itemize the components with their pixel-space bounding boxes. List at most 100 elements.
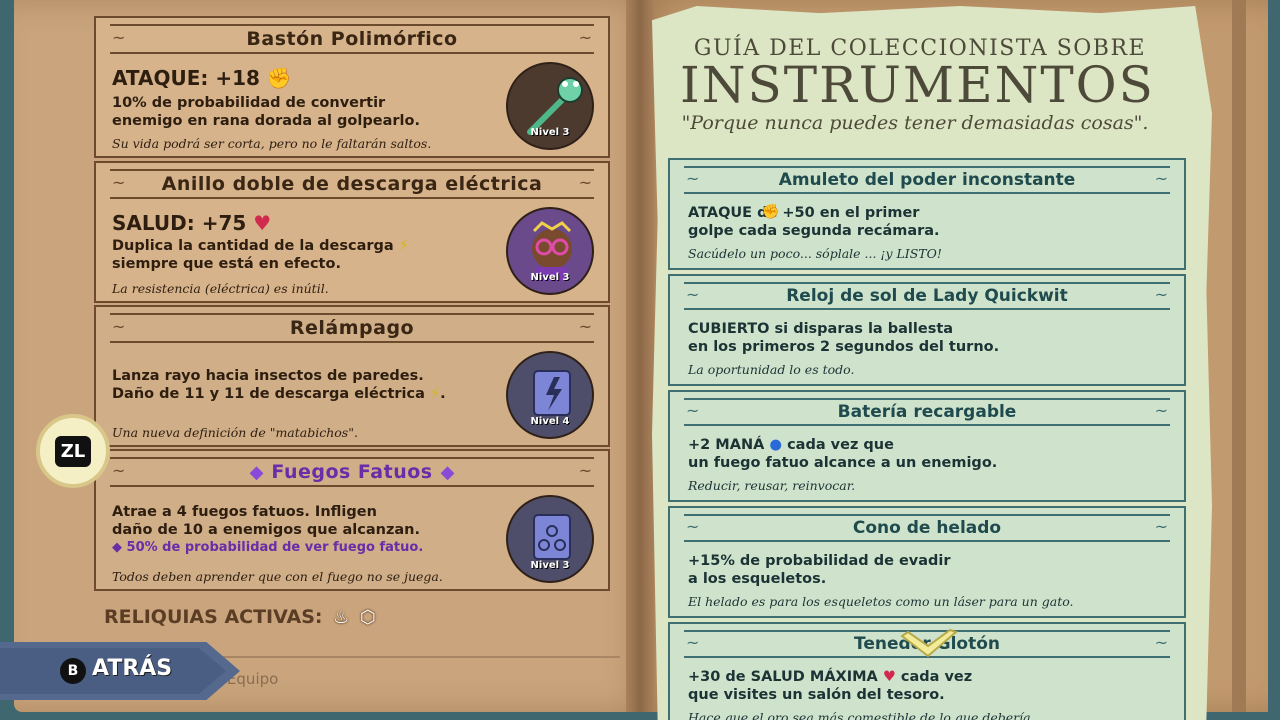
card-description: CUBIERTO si disparas la ballesta en los … — [688, 320, 1148, 356]
card-description: ATAQUE de +50 en el primer golpe cada se… — [688, 204, 1148, 240]
level-label: Nivel 3 — [530, 127, 570, 138]
card-description: Atrae a 4 fuegos fatuos. Infligen daño d… — [112, 503, 512, 557]
spellbook-medal: Nivel 3 — [506, 495, 594, 583]
attack-stat-text: ATAQUE: +18 — [112, 66, 260, 90]
flavor-text: La oportunidad lo es todo. — [688, 362, 855, 377]
desc-line: ATAQUE de +50 en el primer — [688, 204, 1148, 222]
desc-line: enemigo en rana dorada al golpearlo. — [112, 113, 420, 129]
flavor-text: La resistencia (eléctrica) es inútil. — [112, 281, 329, 296]
relic-card-cono[interactable]: Cono de helado +15% de probabilidad de e… — [668, 506, 1186, 618]
spellbook-medal: Nivel 4 — [506, 351, 594, 439]
instrument-card-baston[interactable]: Bastón Polimórfico ATAQUE: +18 ✊ 10% de … — [94, 16, 610, 158]
staff-icon — [527, 77, 583, 135]
card-title: Reloj de sol de Lady Quickwit — [786, 286, 1068, 306]
health-stat-text: SALUD: +75 — [112, 211, 247, 235]
diamond-icon: ◆ — [440, 461, 455, 483]
desc-line: Atrae a 4 fuegos fatuos. Infligen — [112, 504, 377, 520]
card-description: +15% de probabilidad de evadir a los esq… — [688, 552, 1148, 588]
desc-line: +2 MANÁ ● cada vez que — [688, 436, 1148, 454]
fist-icon: ✊ — [266, 66, 292, 90]
card-header: Anillo doble de descarga eléctrica — [110, 169, 594, 199]
card-title: Batería recargable — [837, 402, 1017, 422]
lightning-icon: ⚡ — [398, 238, 409, 254]
desc-line: daño de 10 a enemigos que alcanzan. — [112, 522, 421, 538]
instrument-card-fuegos-fatuos[interactable]: ◆ Fuegos Fatuos ◆ Atrae a 4 fuegos fatuo… — [94, 449, 610, 591]
book-spine — [626, 0, 654, 712]
card-header: Relámpago — [110, 313, 594, 343]
desc-line: en los primeros 2 segundos del turno. — [688, 339, 1000, 355]
desc-line: Duplica la cantidad de la descarga ⚡ — [112, 237, 492, 255]
desc-line: CUBIERTO si disparas la ballesta — [688, 321, 954, 337]
guide-title: INSTRUMENTOS — [680, 56, 1155, 114]
relics-label: RELIQUIAS ACTIVAS: — [104, 606, 323, 628]
flavor-text: Una nueva definición de "matabichos". — [112, 425, 358, 440]
relic-card-bateria[interactable]: Batería recargable +2 MANÁ ● cada vez qu… — [668, 390, 1186, 502]
lightning-book-icon — [533, 370, 571, 416]
desc-line: 10% de probabilidad de convertir — [112, 95, 386, 111]
guide-quote: "Porque nunca puedes tener demasiadas co… — [681, 112, 1149, 134]
card-description: +2 MANÁ ● cada vez que un fuego fatuo al… — [688, 436, 1148, 472]
desc-text: 50% de probabilidad de ver fuego fatuo. — [126, 540, 424, 555]
diamond-icon: ◆ — [249, 461, 264, 483]
staff-medal: Nivel 3 — [506, 62, 594, 150]
level-label: Nivel 3 — [530, 272, 570, 283]
d20-dice-icon[interactable]: ⬡ — [360, 607, 376, 628]
card-header: ◆ Fuegos Fatuos ◆ — [110, 457, 594, 487]
instrument-card-anillo[interactable]: Anillo doble de descarga eléctrica SALUD… — [94, 161, 610, 303]
card-title: Relámpago — [289, 317, 415, 339]
page-edge — [1232, 0, 1246, 712]
wisp-book-icon — [533, 514, 571, 560]
b-button-icon: B — [60, 658, 86, 684]
health-stat: SALUD: +75 ♥ — [112, 211, 271, 235]
desc-line: ◆ 50% de probabilidad de ver fuego fatuo… — [112, 539, 512, 557]
card-description: Lanza rayo hacia insectos de paredes. Da… — [112, 367, 512, 403]
character-medal: Nivel 3 — [506, 207, 594, 295]
zl-label: ZL — [54, 435, 92, 467]
desc-line: a los esqueletos. — [688, 571, 827, 587]
card-header: Batería recargable — [684, 398, 1170, 426]
selection-cursor-icon — [900, 628, 958, 658]
zl-page-button[interactable]: ZL — [36, 414, 110, 488]
card-title: Cono de helado — [852, 518, 1002, 538]
back-button[interactable]: ATRÁS — [92, 656, 172, 681]
mana-orb-icon: ● — [769, 437, 783, 453]
desc-text: +30 de SALUD MÁXIMA — [688, 669, 878, 685]
desc-text: cada vez — [895, 669, 973, 685]
card-title: Fuegos Fatuos — [271, 461, 433, 483]
relic-card-amuleto[interactable]: Amuleto del poder inconstante ATAQUE de … — [668, 158, 1186, 270]
card-description: +30 de SALUD MÁXIMA ♥ cada vez que visit… — [688, 668, 1148, 704]
active-relics: RELIQUIAS ACTIVAS: ♨ ⬡ — [104, 606, 376, 628]
desc-line: Lanza rayo hacia insectos de paredes. — [112, 368, 424, 384]
card-header: Cono de helado — [684, 514, 1170, 542]
desc-text: +2 MANÁ — [688, 437, 765, 453]
desc-line: un fuego fatuo alcance a un enemigo. — [688, 455, 998, 471]
level-label: Nivel 4 — [530, 416, 570, 427]
relic-card-reloj[interactable]: Reloj de sol de Lady Quickwit CUBIERTO s… — [668, 274, 1186, 386]
desc-line: Daño de 11 y 11 de descarga eléctrica ⚡. — [112, 386, 446, 402]
flavor-text: Hace que el oro sea más comestible de lo… — [688, 710, 1035, 720]
desc-text: ATAQUE de +50 en el primer — [688, 205, 920, 221]
desc-line: +15% de probabilidad de evadir — [688, 553, 951, 569]
fire-claw-icon[interactable]: ♨ — [333, 607, 349, 628]
heart-icon: ♥ — [882, 669, 896, 685]
desc-text: cada vez que — [782, 437, 894, 453]
heart-icon: ♥ — [253, 211, 272, 235]
level-label: Nivel 3 — [530, 560, 570, 571]
diamond-icon: ◆ — [112, 540, 122, 555]
desc-line: que visites un salón del tesoro. — [688, 687, 945, 703]
card-header: Bastón Polimórfico — [110, 24, 594, 54]
card-title: Anillo doble de descarga eléctrica — [161, 173, 543, 195]
desc-line: +30 de SALUD MÁXIMA ♥ cada vez — [688, 668, 1148, 686]
card-header: Reloj de sol de Lady Quickwit — [684, 282, 1170, 310]
card-title: Amuleto del poder inconstante — [778, 170, 1076, 190]
character-portrait-icon — [532, 221, 572, 281]
desc-text: Daño de 11 y 11 de descarga eléctrica — [112, 386, 425, 402]
card-title: Bastón Polimórfico — [246, 28, 458, 50]
flavor-text: Sacúdelo un poco... sóplale ... ¡y LISTO… — [688, 246, 942, 261]
flavor-text: Su vida podrá ser corta, pero no le falt… — [112, 136, 432, 151]
lightning-icon: ⚡ — [429, 386, 441, 402]
instrument-card-relampago[interactable]: Relámpago Lanza rayo hacia insectos de p… — [94, 305, 610, 447]
card-description: 10% de probabilidad de convertir enemigo… — [112, 94, 492, 130]
flavor-text: Reducir, reusar, reinvocar. — [688, 478, 856, 493]
fist-icon: ✊ — [762, 204, 780, 220]
